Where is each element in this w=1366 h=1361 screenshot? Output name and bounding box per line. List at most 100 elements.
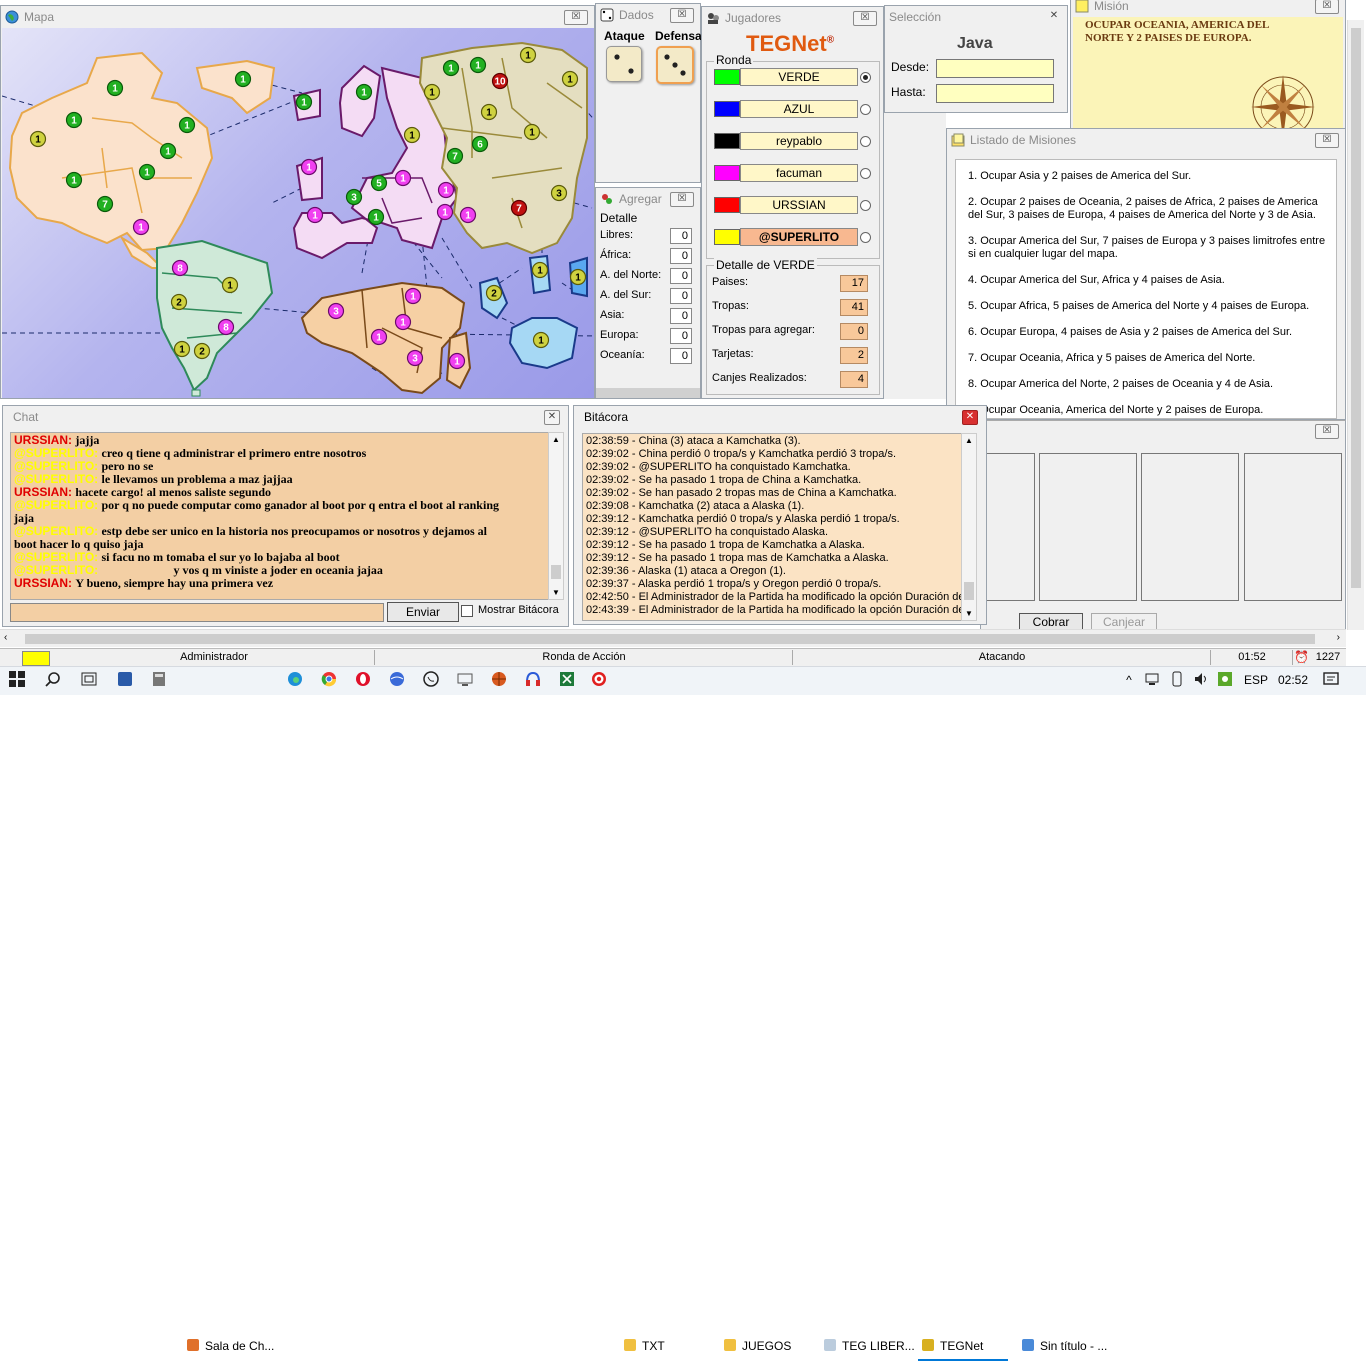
player-radio[interactable]: [860, 136, 871, 147]
army-marker[interactable]: 1: [370, 328, 388, 346]
search-icon[interactable]: [44, 671, 62, 689]
army-marker[interactable]: 1: [221, 276, 239, 294]
army-marker[interactable]: 7: [96, 195, 114, 213]
army-marker[interactable]: 5: [370, 174, 388, 192]
headphones-icon[interactable]: [524, 671, 542, 689]
army-marker[interactable]: 1: [106, 79, 124, 97]
earth-icon[interactable]: [388, 671, 406, 689]
army-marker[interactable]: 1: [561, 70, 579, 88]
army-marker[interactable]: 1: [459, 206, 477, 224]
excel-icon[interactable]: [558, 671, 576, 689]
army-marker[interactable]: 1: [436, 203, 454, 221]
taskbar-button[interactable]: Sin título - ...: [1018, 1333, 1108, 1359]
army-marker[interactable]: 1: [437, 181, 455, 199]
send-button[interactable]: Enviar: [387, 602, 459, 622]
log-close-button[interactable]: ✕: [962, 410, 978, 425]
taskbar-button[interactable]: TXT: [620, 1333, 710, 1359]
army-marker[interactable]: 1: [531, 261, 549, 279]
army-marker[interactable]: 3: [345, 188, 363, 206]
player-radio[interactable]: [860, 72, 871, 83]
to-field[interactable]: [936, 84, 1054, 103]
network-icon[interactable]: [1144, 671, 1162, 689]
army-marker[interactable]: 1: [469, 56, 487, 74]
usb-icon[interactable]: [1168, 671, 1186, 689]
ball-icon[interactable]: [490, 671, 508, 689]
army-marker[interactable]: 1: [367, 208, 385, 226]
army-marker[interactable]: 1: [355, 83, 373, 101]
volume-icon[interactable]: [1192, 671, 1210, 689]
army-marker[interactable]: 1: [404, 287, 422, 305]
army-marker[interactable]: 1: [132, 218, 150, 236]
missions-close-button[interactable]: ☒: [1315, 133, 1339, 148]
show-log-checkbox[interactable]: [461, 605, 473, 617]
player-row[interactable]: VERDE: [712, 67, 858, 87]
taskbar-clock[interactable]: 02:52: [1278, 673, 1308, 687]
player-radio[interactable]: [860, 104, 871, 115]
army-marker[interactable]: 1: [295, 93, 313, 111]
army-marker[interactable]: 7: [510, 199, 528, 217]
main-horizontal-scrollbar[interactable]: ‹ ›: [0, 629, 1346, 647]
army-marker[interactable]: 3: [550, 184, 568, 202]
whatsapp-icon[interactable]: [422, 671, 440, 689]
map-canvas[interactable]: 1 1 1 1 1 1 1 1 7 1 1 1 1 1 3 5 1 1 1 1 1 1 1 1 10 1 1 1 1 1 6 7 3 7 8 1 2 8 1…: [2, 28, 594, 398]
player-row[interactable]: reypablo: [712, 131, 858, 151]
army-marker[interactable]: 3: [327, 302, 345, 320]
card-slot-2[interactable]: [1039, 453, 1137, 601]
army-marker[interactable]: 1: [523, 123, 541, 141]
language-indicator[interactable]: ESP: [1244, 673, 1268, 687]
calculator-icon[interactable]: [150, 671, 168, 689]
task-view-icon[interactable]: [80, 671, 98, 689]
taskbar-button[interactable]: JUEGOS: [720, 1333, 810, 1359]
army-marker[interactable]: 1: [480, 103, 498, 121]
from-field[interactable]: [936, 59, 1054, 78]
army-marker[interactable]: 2: [193, 342, 211, 360]
army-marker[interactable]: 6: [471, 135, 489, 153]
army-marker[interactable]: 8: [217, 318, 235, 336]
notifications-icon[interactable]: [1322, 671, 1340, 689]
card-slot-1[interactable]: [985, 453, 1035, 601]
army-marker[interactable]: 7: [446, 147, 464, 165]
army-marker[interactable]: 1: [65, 171, 83, 189]
army-marker[interactable]: 8: [171, 259, 189, 277]
players-close-button[interactable]: ☒: [853, 11, 877, 26]
army-marker[interactable]: 1: [448, 352, 466, 370]
chat-input[interactable]: [10, 603, 384, 622]
taskbar-button[interactable]: TEGNet: [918, 1333, 1008, 1361]
tray-chevron-icon[interactable]: ^: [1120, 671, 1138, 689]
army-marker[interactable]: 10: [491, 72, 509, 90]
edge-icon[interactable]: [286, 671, 304, 689]
taskbar-button[interactable]: TEG LIBER...: [820, 1333, 915, 1359]
selection-close-button[interactable]: ✕: [1047, 10, 1061, 23]
army-marker[interactable]: 1: [159, 142, 177, 160]
taskbar-button[interactable]: Sala de Ch...: [183, 1333, 275, 1359]
mission-close-button[interactable]: ☒: [1315, 0, 1339, 14]
player-row[interactable]: AZUL: [712, 99, 858, 119]
target-icon[interactable]: [590, 671, 608, 689]
army-marker[interactable]: 1: [423, 83, 441, 101]
log-scrollbar[interactable]: ▲ ▼: [961, 433, 977, 621]
screen-icon[interactable]: [456, 671, 474, 689]
card-slot-4[interactable]: [1244, 453, 1342, 601]
army-marker[interactable]: 1: [403, 126, 421, 144]
army-marker[interactable]: 1: [519, 46, 537, 64]
army-marker[interactable]: 1: [29, 130, 47, 148]
nvidia-icon[interactable]: [1216, 671, 1234, 689]
opera-icon[interactable]: [354, 671, 372, 689]
chrome-icon[interactable]: [320, 671, 338, 689]
army-marker[interactable]: 1: [442, 59, 460, 77]
add-close-button[interactable]: ☒: [670, 192, 694, 207]
player-radio[interactable]: [860, 168, 871, 179]
army-marker[interactable]: 1: [394, 169, 412, 187]
army-marker[interactable]: 2: [485, 284, 503, 302]
army-marker[interactable]: 3: [406, 349, 424, 367]
army-marker[interactable]: 1: [234, 70, 252, 88]
army-marker[interactable]: 1: [532, 331, 550, 349]
army-marker[interactable]: 1: [306, 206, 324, 224]
army-marker[interactable]: 1: [65, 111, 83, 129]
map-close-button[interactable]: ☒: [564, 10, 588, 25]
world-map[interactable]: 1 1 1 1 1 1 1 1 7 1 1 1 1 1 3 5 1 1 1 1 1 1 1 1 10 1 1 1 1 1 6 7 3 7 8 1 2 8 1…: [2, 28, 594, 398]
player-radio[interactable]: [860, 200, 871, 211]
player-row[interactable]: URSSIAN: [712, 195, 858, 215]
windows-start-icon[interactable]: [8, 671, 26, 689]
player-radio[interactable]: [860, 232, 871, 243]
